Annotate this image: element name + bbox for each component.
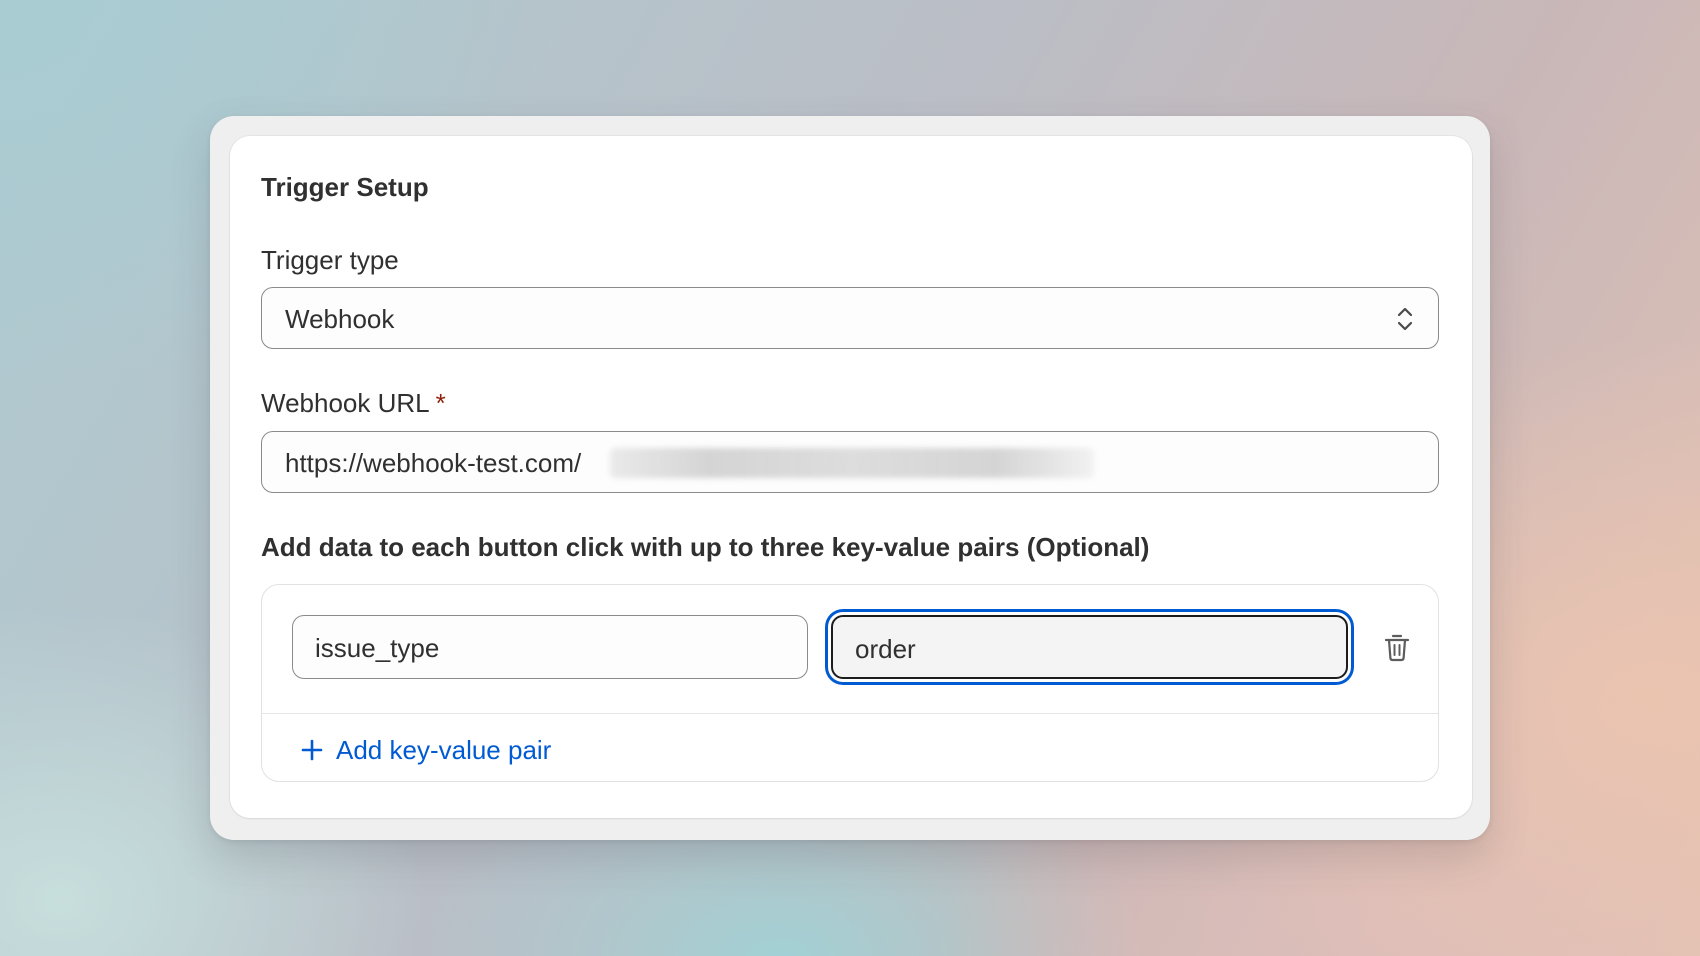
key-input-value: issue_type [315, 633, 440, 663]
webhook-url-input[interactable]: https://webhook-test.com/ [261, 431, 1439, 493]
delete-pair-button[interactable] [1379, 629, 1415, 665]
value-input-value: order [855, 634, 916, 664]
key-value-list: issue_type order Add key-value pair [261, 584, 1439, 782]
trigger-type-label: Trigger type [261, 245, 399, 275]
trigger-type-select[interactable]: Webhook [261, 287, 1439, 349]
value-input[interactable]: order [831, 615, 1348, 679]
redacted-url-segment [610, 448, 1094, 478]
add-key-value-pair-button[interactable]: Add key-value pair [300, 733, 551, 767]
key-value-row: issue_type order [262, 585, 1438, 714]
required-marker: * [435, 388, 446, 418]
trash-icon [1384, 634, 1410, 662]
add-key-value-pair-label: Add key-value pair [336, 734, 552, 765]
trigger-type-value: Webhook [285, 304, 395, 334]
section-title: Trigger Setup [261, 172, 429, 202]
key-value-heading: Add data to each button click with up to… [261, 532, 1150, 562]
webhook-url-label-text: Webhook URL [261, 388, 430, 418]
chevron-up-down-icon [1397, 307, 1413, 331]
plus-icon [301, 739, 323, 761]
key-input[interactable]: issue_type [292, 615, 808, 679]
webhook-url-value: https://webhook-test.com/ [285, 448, 582, 478]
webhook-url-label: Webhook URL * [261, 388, 446, 419]
trigger-setup-panel: Trigger Setup Trigger type Webhook Webho… [210, 116, 1490, 840]
trigger-setup-card: Trigger Setup Trigger type Webhook Webho… [230, 136, 1472, 818]
